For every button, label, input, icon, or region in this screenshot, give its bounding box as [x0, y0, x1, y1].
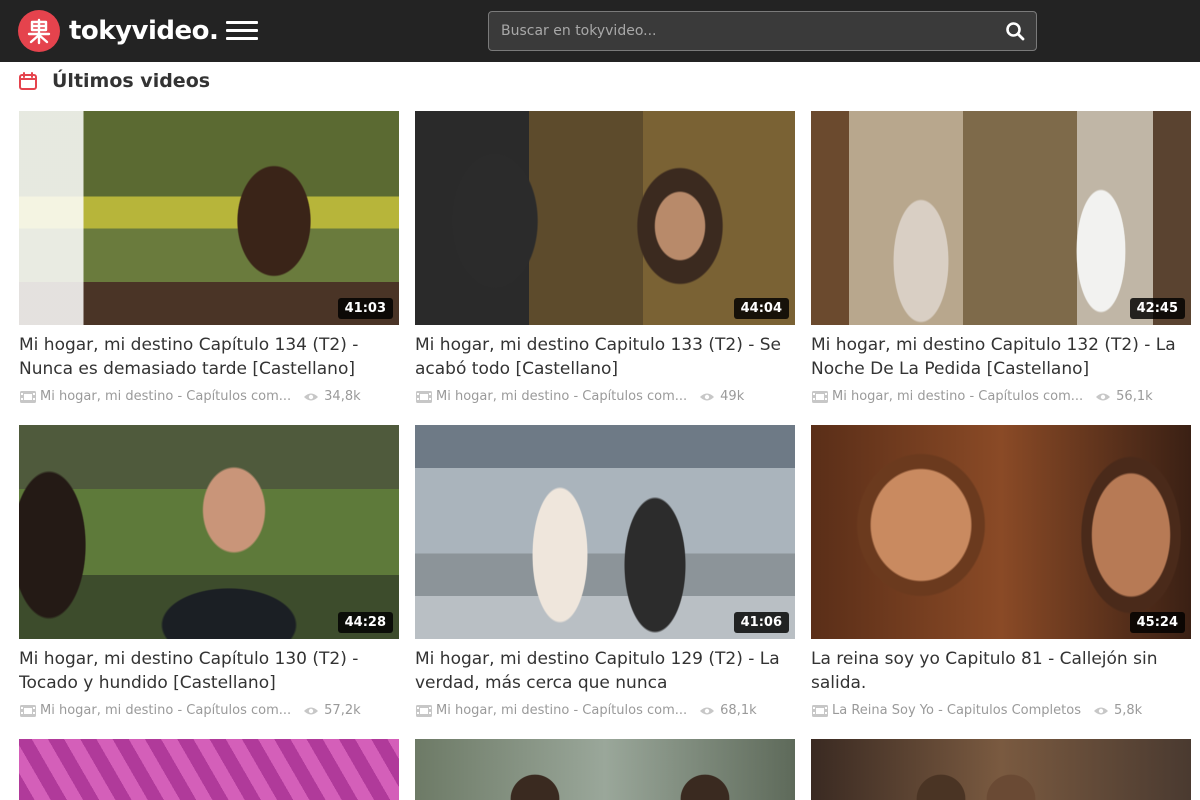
video-thumbnail[interactable]: 44:28 [19, 425, 399, 639]
view-count: 57,2k [303, 703, 361, 718]
video-thumbnail[interactable] [811, 739, 1191, 800]
video-channel-icon [20, 704, 36, 717]
video-grid: 41:03 Mi hogar, mi destino Capítulo 134 … [19, 111, 1191, 800]
video-channel-icon [416, 390, 432, 403]
view-count: 68,1k [699, 703, 757, 718]
video-meta: Mi hogar, mi destino - Capítulos com... … [415, 703, 795, 718]
eye-icon [700, 393, 715, 400]
search-icon [1006, 22, 1025, 41]
channel-name: Mi hogar, mi destino - Capítulos com... [436, 703, 688, 718]
channel-name: Mi hogar, mi destino - Capítulos com... [832, 389, 1084, 404]
section-header: Últimos videos [18, 64, 210, 98]
eye-icon [1096, 393, 1111, 400]
video-thumbnail[interactable]: 45:24 [811, 425, 1191, 639]
views-text: 68,1k [720, 703, 757, 718]
video-thumbnail[interactable] [19, 739, 399, 800]
video-channel-icon [812, 390, 828, 403]
video-duration: 42:45 [1129, 298, 1185, 319]
video-title[interactable]: Mi hogar, mi destino Capitulo 129 (T2) -… [415, 647, 795, 695]
video-card [415, 739, 795, 800]
video-thumbnail[interactable]: 41:06 [415, 425, 795, 639]
video-thumbnail[interactable]: 44:04 [415, 111, 795, 325]
views-text: 34,8k [324, 389, 361, 404]
channel-name: Mi hogar, mi destino - Capítulos com... [40, 703, 292, 718]
video-card: 41:06 Mi hogar, mi destino Capitulo 129 … [415, 425, 795, 739]
menu-bar [226, 21, 258, 24]
site-logo[interactable]: tokyvideo. [18, 9, 219, 53]
video-meta: Mi hogar, mi destino - Capítulos com... … [415, 389, 795, 404]
channel-link[interactable]: Mi hogar, mi destino - Capítulos com... [415, 389, 687, 404]
video-thumbnail[interactable]: 41:03 [19, 111, 399, 325]
video-title[interactable]: La reina soy yo Capitulo 81 - Callejón s… [811, 647, 1191, 695]
view-count: 56,1k [1095, 389, 1153, 404]
video-thumbnail[interactable] [415, 739, 795, 800]
views-text: 5,8k [1114, 703, 1143, 718]
eye-icon [304, 393, 319, 400]
video-duration: 41:03 [337, 298, 393, 319]
video-card: 42:45 Mi hogar, mi destino Capitulo 132 … [811, 111, 1191, 425]
logo-icon [18, 10, 60, 52]
channel-link[interactable]: Mi hogar, mi destino - Capítulos com... [811, 389, 1083, 404]
video-title[interactable]: Mi hogar, mi destino Capítulo 134 (T2) -… [19, 333, 399, 381]
view-count: 49k [699, 389, 744, 404]
menu-bar [226, 37, 258, 40]
video-card: 44:04 Mi hogar, mi destino Capitulo 133 … [415, 111, 795, 425]
channel-name: Mi hogar, mi destino - Capítulos com... [436, 389, 688, 404]
video-card: 44:28 Mi hogar, mi destino Capítulo 130 … [19, 425, 399, 739]
video-title[interactable]: Mi hogar, mi destino Capítulo 130 (T2) -… [19, 647, 399, 695]
video-channel-icon [416, 704, 432, 717]
search-button[interactable] [994, 12, 1036, 50]
video-duration: 44:04 [733, 298, 789, 319]
video-card: 45:24 La reina soy yo Capitulo 81 - Call… [811, 425, 1191, 739]
video-thumbnail[interactable]: 42:45 [811, 111, 1191, 325]
view-count: 34,8k [303, 389, 361, 404]
logo-text: tokyvideo. [69, 16, 219, 46]
eye-icon [700, 707, 715, 714]
video-duration: 44:28 [337, 612, 393, 633]
menu-bar [226, 29, 258, 32]
views-text: 49k [720, 389, 745, 404]
video-card [19, 739, 399, 800]
video-title[interactable]: Mi hogar, mi destino Capitulo 132 (T2) -… [811, 333, 1191, 381]
video-channel-icon [20, 390, 36, 403]
search-input[interactable] [489, 12, 994, 50]
calendar-icon [19, 72, 37, 90]
channel-link[interactable]: Mi hogar, mi destino - Capítulos com... [415, 703, 687, 718]
video-card [811, 739, 1191, 800]
view-count: 5,8k [1093, 703, 1142, 718]
views-text: 57,2k [324, 703, 361, 718]
channel-name: La Reina Soy Yo - Capitulos Completos [832, 703, 1081, 718]
channel-link[interactable]: Mi hogar, mi destino - Capítulos com... [19, 389, 291, 404]
eye-icon [304, 707, 319, 714]
video-channel-icon [812, 704, 828, 717]
menu-button[interactable] [226, 20, 260, 42]
video-title[interactable]: Mi hogar, mi destino Capitulo 133 (T2) -… [415, 333, 795, 381]
search-box [488, 11, 1037, 51]
channel-link[interactable]: La Reina Soy Yo - Capitulos Completos [811, 703, 1081, 718]
top-bar: tokyvideo. [0, 0, 1200, 62]
video-card: 41:03 Mi hogar, mi destino Capítulo 134 … [19, 111, 399, 425]
channel-name: Mi hogar, mi destino - Capítulos com... [40, 389, 292, 404]
video-meta: La Reina Soy Yo - Capitulos Completos 5,… [811, 703, 1191, 718]
section-title: Últimos videos [52, 70, 211, 92]
video-duration: 45:24 [1129, 612, 1185, 633]
video-meta: Mi hogar, mi destino - Capítulos com... … [811, 389, 1191, 404]
video-duration: 41:06 [733, 612, 789, 633]
video-meta: Mi hogar, mi destino - Capítulos com... … [19, 703, 399, 718]
eye-icon [1094, 707, 1108, 714]
views-text: 56,1k [1116, 389, 1153, 404]
channel-link[interactable]: Mi hogar, mi destino - Capítulos com... [19, 703, 291, 718]
video-meta: Mi hogar, mi destino - Capítulos com... … [19, 389, 399, 404]
